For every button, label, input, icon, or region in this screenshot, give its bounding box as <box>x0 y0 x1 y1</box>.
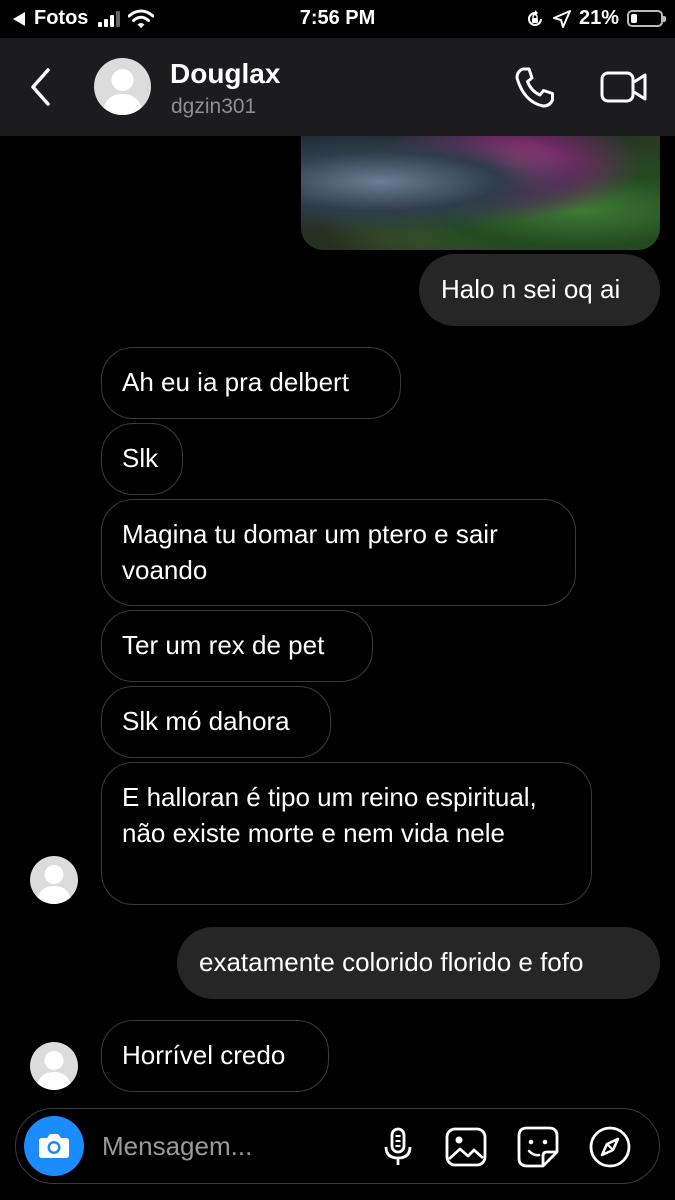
battery-icon <box>627 10 666 27</box>
message-incoming[interactable]: Ah eu ia pra delbert <box>101 347 401 419</box>
message-incoming[interactable]: Slk <box>101 423 183 495</box>
default-avatar-icon <box>102 69 143 115</box>
message-incoming[interactable]: Horrível credo <box>101 1020 329 1092</box>
default-avatar-icon <box>36 865 72 904</box>
message-incoming[interactable]: Magina tu domar um ptero e sair voando <box>101 499 576 606</box>
message-outgoing[interactable]: Halo n sei oq ai <box>419 254 660 326</box>
location-icon <box>552 9 571 28</box>
microphone-icon[interactable] <box>376 1125 420 1169</box>
chat-header: Douglax dgzin301 <box>0 38 675 136</box>
message-composer <box>15 1108 660 1184</box>
contact-name[interactable]: Douglax <box>170 58 280 90</box>
shared-photo[interactable] <box>301 136 660 250</box>
default-avatar-icon <box>36 1051 72 1090</box>
status-bar: Fotos 7:56 PM 21% <box>0 0 675 38</box>
video-camera-icon[interactable] <box>598 66 650 108</box>
contact-avatar[interactable] <box>94 58 151 115</box>
sender-avatar[interactable] <box>30 1042 78 1090</box>
orientation-lock-icon <box>528 9 542 26</box>
contact-username[interactable]: dgzin301 <box>171 95 256 119</box>
sender-avatar[interactable] <box>30 856 78 904</box>
message-outgoing[interactable]: exatamente colorido florido e fofo <box>177 927 660 999</box>
battery-percent: 21% <box>578 7 619 29</box>
message-incoming[interactable]: Ter um rex de pet <box>101 610 373 682</box>
back-chevron-icon[interactable] <box>22 64 62 110</box>
message-input[interactable] <box>102 1126 362 1166</box>
status-right: 21% <box>525 7 666 30</box>
compass-icon[interactable] <box>588 1125 632 1169</box>
camera-button[interactable] <box>24 1116 84 1176</box>
camera-icon <box>39 1134 69 1158</box>
sticker-icon[interactable] <box>516 1125 560 1169</box>
message-incoming[interactable]: E halloran é tipo um reino espiritual, n… <box>101 762 592 905</box>
gallery-icon[interactable] <box>444 1125 488 1169</box>
message-incoming[interactable]: Slk mó dahora <box>101 686 331 758</box>
phone-icon[interactable] <box>510 64 560 110</box>
